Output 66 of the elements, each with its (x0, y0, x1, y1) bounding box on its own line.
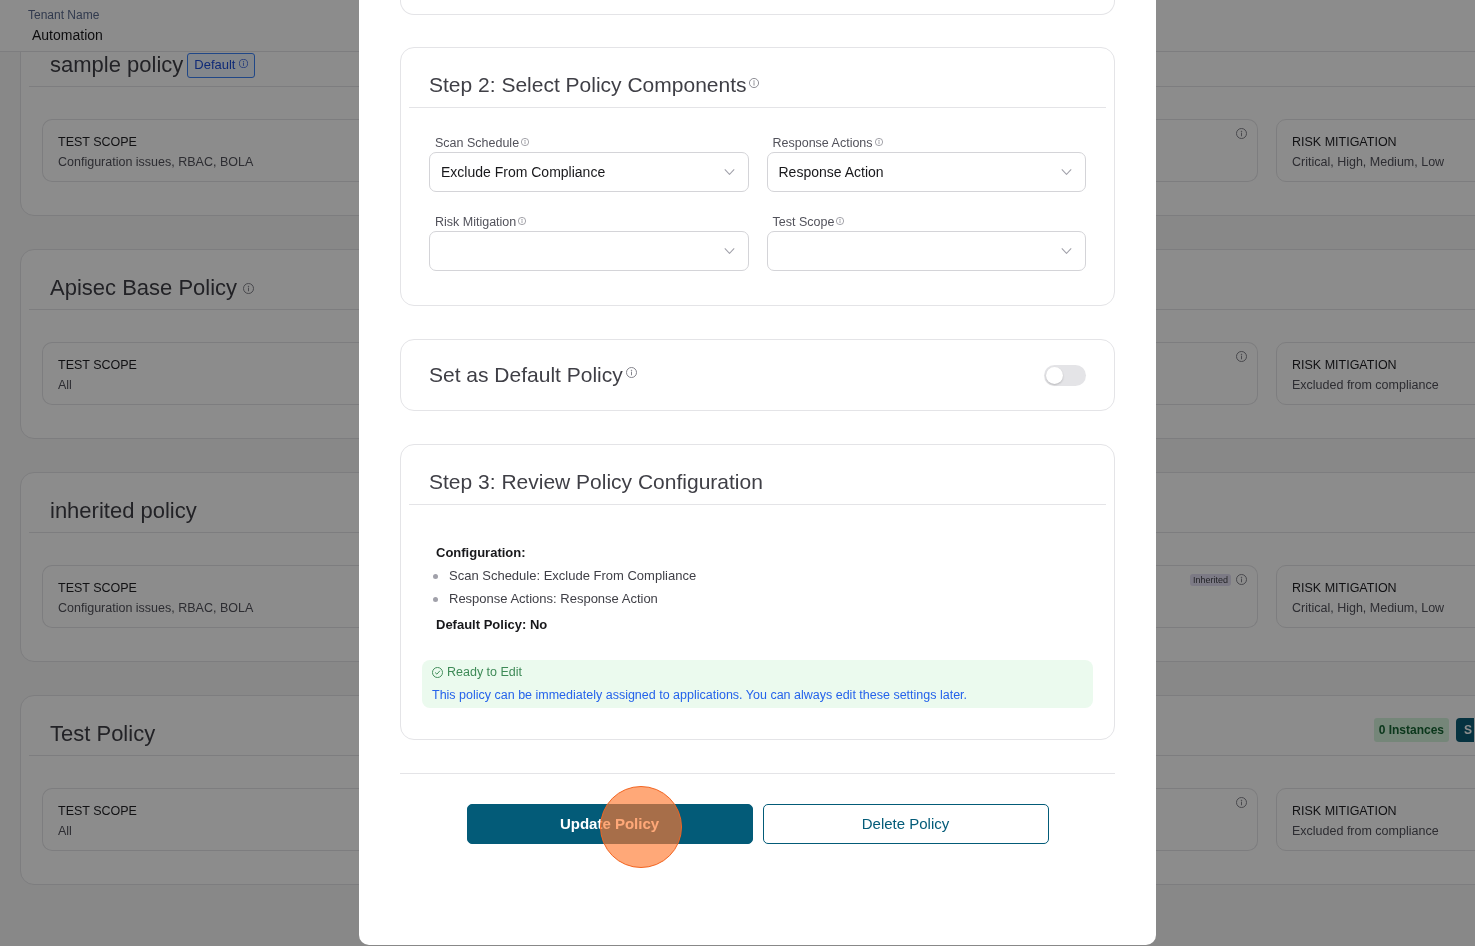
bullet-icon (433, 573, 438, 579)
tile-value: Critical, High, Medium, Low (1292, 600, 1446, 616)
tile-label: RISK MITIGATION (1292, 358, 1398, 372)
info-icon (521, 138, 530, 146)
tile-value: Configuration issues, RBAC, BOLA (58, 600, 255, 616)
info-icon (239, 59, 249, 68)
tile-value: Excluded from compliance (1292, 823, 1440, 839)
chevron-down-icon (1061, 248, 1072, 254)
tile-value: Critical, High, Medium, Low (1292, 154, 1446, 170)
policy-title: inherited policy (50, 497, 197, 525)
tile-value: All (58, 377, 73, 393)
tile-label: RISK MITIGATION (1292, 135, 1398, 149)
delete-policy-button[interactable]: Delete Policy (762, 804, 1049, 844)
policy-title: sample policy (50, 51, 184, 79)
dropdown-value: Response Action (778, 162, 884, 182)
configuration-item: Scan Schedule: Exclude From Compliance (449, 568, 697, 584)
notice-text: This policy can be immediately assigned to applications. You can always edit these settings later. (432, 687, 969, 703)
policy-title: Apisec Base Policy (50, 274, 238, 302)
default-policy-summary: Default Policy: No (436, 617, 549, 633)
dropdown-value: Exclude From Compliance (441, 162, 606, 182)
badge-text: Default (194, 56, 236, 75)
inherited-badge: Inherited (1189, 574, 1231, 586)
tile-label: TEST SCOPE (58, 135, 138, 149)
field-label: Scan Schedule (435, 135, 520, 151)
info-icon (836, 217, 845, 225)
bullet-icon (433, 596, 438, 602)
field-label: Test Scope (772, 214, 835, 230)
info-icon (1236, 574, 1247, 585)
tile-value: Configuration issues, RBAC, BOLA (58, 154, 255, 170)
tenant-name: Automation (31, 26, 104, 44)
info-icon (1236, 797, 1247, 808)
tile-label: TEST SCOPE (58, 581, 138, 595)
chevron-down-icon (723, 169, 735, 175)
info-icon (1236, 128, 1247, 139)
chevron-down-icon (723, 248, 735, 254)
section-title: Step 3: Review Policy Configuration (429, 470, 763, 494)
configuration-item: Response Actions: Response Action (449, 591, 658, 607)
default-policy-toggle[interactable] (1044, 364, 1086, 386)
dropdown-field[interactable] (766, 231, 1086, 271)
field-label: Response Actions (772, 135, 873, 151)
info-icon (1236, 351, 1247, 362)
tile-value: All (58, 823, 73, 839)
configuration-heading: Configuration: (436, 545, 527, 561)
section-title: Set as Default Policy (429, 363, 623, 387)
toggle-knob-icon (1046, 366, 1063, 384)
tile-label: RISK MITIGATION (1292, 581, 1398, 595)
info-icon (874, 138, 883, 146)
info-icon (625, 366, 637, 378)
chevron-down-icon (1061, 169, 1072, 175)
action-button[interactable]: S (1456, 718, 1474, 742)
tile-label: TEST SCOPE (58, 804, 138, 818)
instances-badge: 0 Instances (1373, 718, 1449, 742)
info-icon (748, 78, 759, 88)
tile-value: Excluded from compliance (1292, 377, 1440, 393)
field-label: Risk Mitigation (435, 214, 517, 230)
dropdown-field[interactable] (429, 231, 749, 271)
tenant-label: Tenant Name (28, 8, 101, 22)
section-title: Step 2: Select Policy Components (429, 73, 747, 97)
tile-label: RISK MITIGATION (1292, 804, 1398, 818)
dropdown-field[interactable]: Response Action (766, 152, 1086, 192)
policy-title: Test Policy (50, 720, 156, 748)
tile-label: TEST SCOPE (58, 358, 138, 372)
notice-title: Ready to Edit (447, 664, 523, 680)
info-icon (518, 217, 527, 225)
dropdown-field[interactable]: Exclude From Compliance (429, 152, 749, 192)
check-circle-icon (432, 666, 443, 678)
